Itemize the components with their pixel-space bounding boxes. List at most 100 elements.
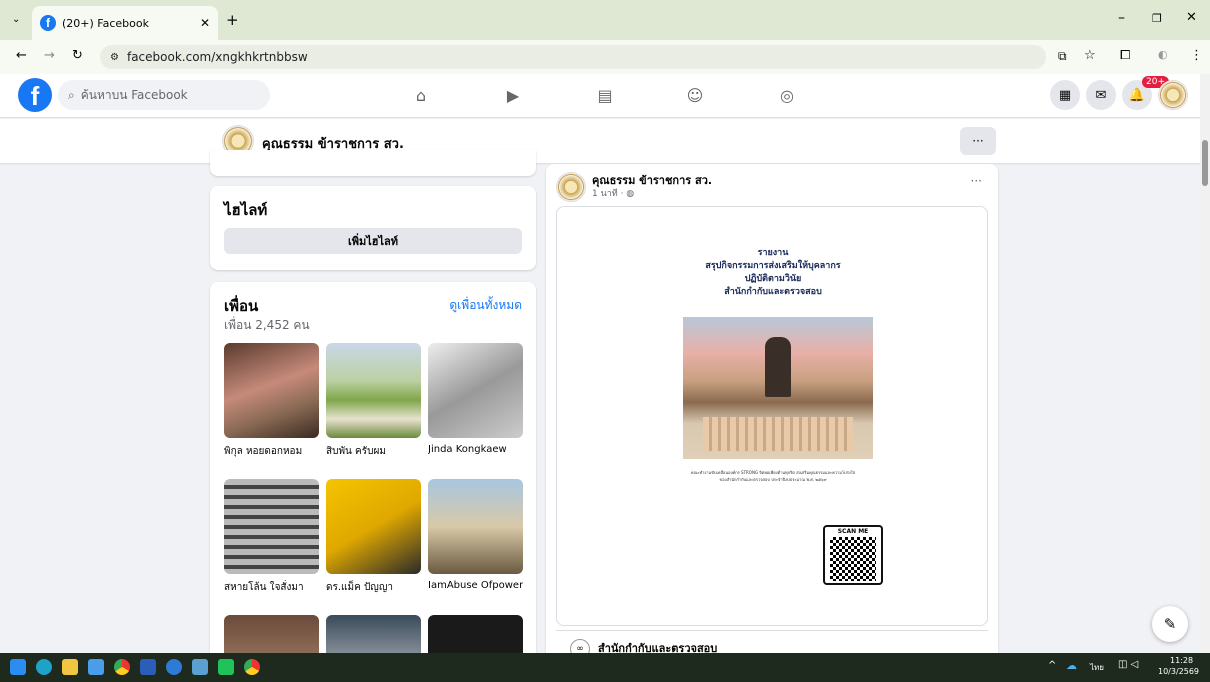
page-scrollbar[interactable] [1200, 74, 1210, 653]
friend-tile[interactable]: ดร.แม็ค ปัญญา [326, 479, 421, 595]
friend-name[interactable]: พิกุล หอยดอกหอม [224, 444, 319, 459]
search-icon: ⌕ [68, 87, 75, 102]
address-bar: ← → ↻ ⚙ facebook.com/xngkhkrtnbbsw ⧉ ☆ ⧠… [0, 40, 1210, 74]
facebook-search-input[interactable]: ⌕ ค้นหาบน Facebook [58, 80, 270, 110]
friend-tile[interactable]: สหายโล้น ใจสั่งมา [224, 479, 319, 595]
post-author-avatar[interactable] [556, 172, 586, 202]
shared-document[interactable]: รายงาน สรุปกิจกรรมการส่งเสริมให้บุคลากร … [556, 206, 988, 626]
friend-tile[interactable]: IamAbuse Ofpower [428, 479, 523, 591]
page-sticky-header: คุณธรรม ข้าราชการ สว. ··· [0, 119, 1200, 163]
new-tab-icon[interactable]: + [226, 11, 239, 29]
marketplace-nav-icon[interactable]: ▤ [594, 84, 616, 106]
friend-tile[interactable]: Jinda Kongkaew [428, 343, 523, 455]
video-nav-icon[interactable]: ▶ [502, 84, 524, 106]
doc-building-photo [683, 317, 873, 459]
reload-icon[interactable]: ↻ [72, 48, 83, 63]
back-icon[interactable]: ← [16, 48, 27, 63]
app-icon[interactable] [166, 659, 182, 675]
doc-title-line: สรุปกิจกรรมการส่งเสริมให้บุคลากร [705, 261, 841, 271]
friend-photo[interactable] [224, 479, 319, 574]
language-indicator[interactable]: ไทย [1090, 661, 1104, 674]
windows-start-icon[interactable] [10, 659, 26, 675]
friends-count: เพื่อน 2,452 คน [224, 318, 310, 332]
tab-title: (20+) Facebook [62, 16, 149, 30]
post-timestamp[interactable]: 1 นาที · ◍ [592, 186, 634, 200]
chrome-icon[interactable] [114, 659, 130, 675]
doc-photo-statue [765, 337, 791, 397]
extensions-icon[interactable]: ⧠ [1120, 48, 1130, 63]
restore-icon[interactable]: ❐ [1152, 12, 1162, 25]
scan-me-label: SCAN ME [837, 528, 869, 535]
intro-card-bottom [210, 150, 536, 176]
minimize-icon[interactable]: – [1118, 10, 1125, 26]
friend-name[interactable]: Jinda Kongkaew [428, 444, 523, 455]
browser-menu-icon[interactable]: ⋮ [1190, 48, 1203, 63]
install-app-icon[interactable]: ⧉ [1058, 49, 1067, 64]
menu-grid-icon[interactable]: ▦ [1050, 80, 1080, 110]
volume-icon[interactable]: ◫ ◁ [1118, 659, 1138, 670]
friend-photo[interactable] [428, 479, 523, 574]
doc-caption: คณะทำงานขับเคลื่อนองค์กร STRONG จิตพอเพี… [690, 470, 856, 475]
clock-time[interactable]: 11:28 [1170, 656, 1193, 665]
qr-pattern [830, 537, 876, 581]
clock-date[interactable]: 10/3/2569 [1158, 667, 1199, 676]
doc-title-line: สำนักกำกับและตรวจสอบ [724, 287, 822, 297]
doc-title-block: รายงาน สรุปกิจกรรมการส่งเสริมให้บุคลากร … [557, 247, 989, 299]
friends-card: เพื่อน ดูเพื่อนทั้งหมด เพื่อน 2,452 คน พ… [210, 282, 536, 662]
see-all-friends-link[interactable]: ดูเพื่อนทั้งหมด [449, 296, 522, 315]
friend-photo[interactable] [224, 343, 319, 438]
friend-name[interactable]: ดร.แม็ค ปัญญา [326, 580, 421, 595]
notepad-icon[interactable] [88, 659, 104, 675]
facebook-logo-icon[interactable]: f [18, 78, 52, 112]
friend-photo[interactable] [326, 479, 421, 574]
page-more-button[interactable]: ··· [960, 127, 996, 155]
friend-name[interactable]: IamAbuse Ofpower [428, 580, 523, 591]
highlights-title: ไฮไลท์ [224, 201, 268, 219]
file-explorer-icon[interactable] [62, 659, 78, 675]
doc-caption: ของสำนักกำกับและตรวจสอบ ประจำปีงบประมาณ … [719, 477, 827, 482]
new-message-button[interactable]: ✎ [1152, 606, 1188, 642]
messenger-icon[interactable]: ✉ [1086, 80, 1116, 110]
gaming-nav-icon[interactable]: ◎ [776, 84, 798, 106]
browser-tab[interactable]: f (20+) Facebook ✕ [32, 6, 218, 40]
highlights-card: ไฮไลท์ เพิ่มไฮไลท์ [210, 186, 536, 270]
friend-photo[interactable] [428, 343, 523, 438]
network-icon[interactable]: ☁ [1066, 659, 1077, 672]
close-tab-icon[interactable]: ✕ [200, 16, 210, 30]
friend-tile[interactable]: สิบพัน ครับผม [326, 343, 421, 459]
browser-tab-bar: ⌄ f (20+) Facebook ✕ + – ❐ ✕ [0, 0, 1210, 40]
search-placeholder: ค้นหาบน Facebook [80, 87, 188, 102]
post-more-icon[interactable]: ··· [971, 174, 982, 188]
friend-name[interactable]: สหายโล้น ใจสั่งมา [224, 580, 319, 595]
groups-nav-icon[interactable]: ☺ [684, 84, 706, 106]
friend-tile[interactable]: พิกุล หอยดอกหอม [224, 343, 319, 459]
chrome-profile-icon[interactable] [244, 659, 260, 675]
friend-photo[interactable] [326, 343, 421, 438]
doc-title-line: รายงาน [757, 248, 789, 258]
site-info-icon[interactable]: ⚙ [110, 52, 119, 63]
friends-title: เพื่อน [224, 297, 259, 315]
edge-icon[interactable] [36, 659, 52, 675]
close-window-icon[interactable]: ✕ [1186, 10, 1197, 25]
word-icon[interactable] [140, 659, 156, 675]
url-field[interactable]: ⚙ facebook.com/xngkhkrtnbbsw [100, 45, 1046, 69]
friend-name[interactable]: สิบพัน ครับผม [326, 444, 421, 459]
facebook-header: f ⌕ ค้นหาบน Facebook ⌂ ▶ ▤ ☺ ◎ ▦ ✉ 🔔 20+ [0, 74, 1200, 118]
line-icon[interactable] [218, 659, 234, 675]
qr-code: SCAN ME [823, 525, 883, 585]
windows-taskbar: ^ ☁ ไทย ◫ ◁ 11:28 10/3/2569 [0, 653, 1210, 682]
facebook-favicon-icon: f [40, 15, 56, 31]
post-card: คุณธรรม ข้าราชการ สว. 1 นาที · ◍ ··· ราย… [546, 164, 998, 664]
forward-icon[interactable]: → [44, 48, 55, 63]
bookmark-star-icon[interactable]: ☆ [1084, 48, 1096, 63]
url-text: facebook.com/xngkhkrtnbbsw [126, 50, 308, 64]
account-avatar[interactable] [1158, 80, 1188, 110]
photos-icon[interactable] [192, 659, 208, 675]
doc-title-line: ปฏิบัติตามวินัย [744, 274, 802, 284]
tray-chevron-icon[interactable]: ^ [1048, 660, 1056, 671]
add-highlight-button[interactable]: เพิ่มไฮไลท์ [224, 228, 522, 254]
profile-icon[interactable]: ◐ [1158, 48, 1168, 61]
scrollbar-thumb[interactable] [1202, 140, 1208, 186]
home-nav-icon[interactable]: ⌂ [410, 84, 432, 106]
tab-list-icon[interactable]: ⌄ [12, 14, 20, 25]
